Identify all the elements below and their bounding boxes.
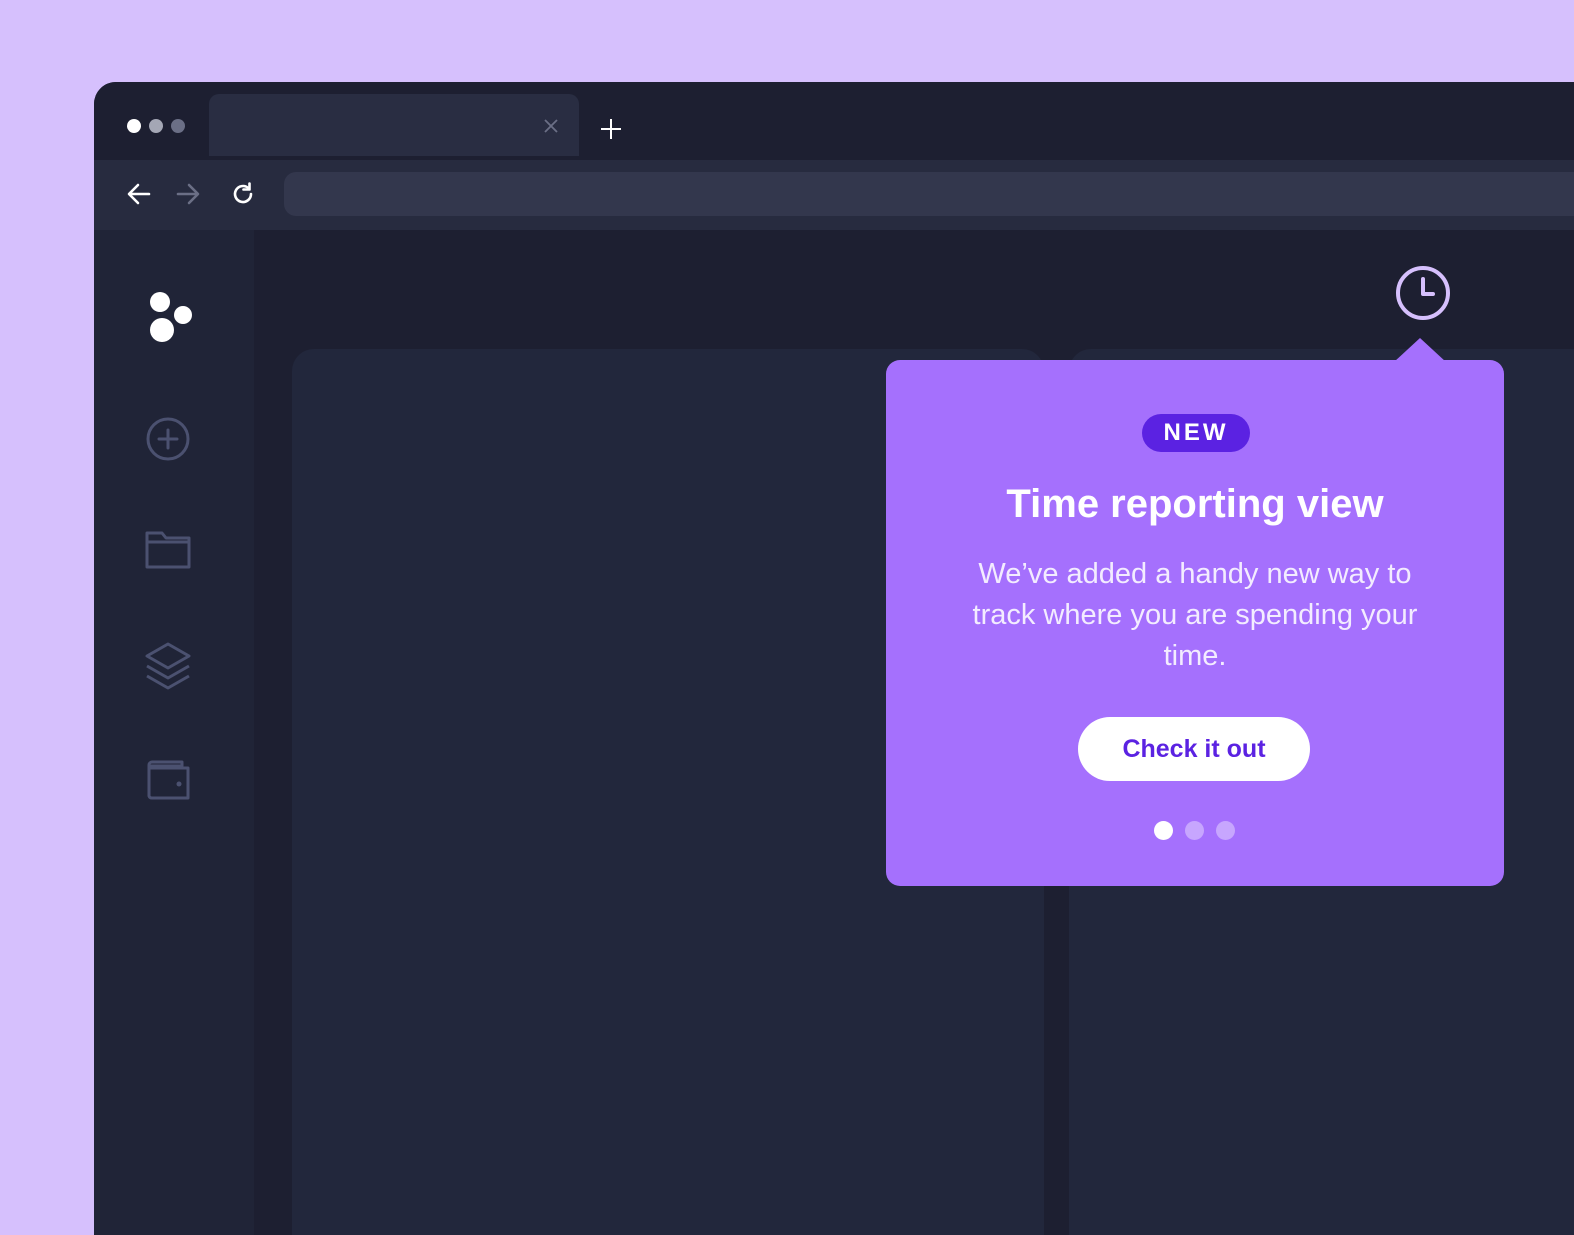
popover-title: Time reporting view [1006,482,1384,526]
popover-arrow [1394,338,1446,362]
pager-dot[interactable] [1185,821,1204,840]
app-logo[interactable] [148,292,194,344]
feature-popover: NEW Time reporting view We’ve added a ha… [886,338,1504,886]
pager [1154,821,1235,840]
wallet-icon[interactable] [144,756,192,804]
browser-tab[interactable] [209,94,579,156]
browser-toolbar [94,160,1574,230]
pager-dot[interactable] [1154,821,1173,840]
pager-dot[interactable] [1216,821,1235,840]
folder-icon[interactable] [144,525,192,573]
sidebar [94,230,254,1235]
close-icon[interactable] [541,116,561,136]
reload-icon[interactable] [227,178,259,210]
plus-circle-icon[interactable] [144,415,192,463]
layers-icon[interactable] [144,642,192,690]
window-minimize-dot[interactable] [149,119,163,133]
arrow-right-icon[interactable] [172,178,204,210]
check-it-out-button[interactable]: Check it out [1078,717,1310,781]
plus-icon[interactable] [596,114,626,144]
popover-body: We’ve added a handy new way to track whe… [972,558,1418,672]
window-close-dot[interactable] [127,119,141,133]
window-maximize-dot[interactable] [171,119,185,133]
clock-icon[interactable] [1394,264,1452,322]
tab-bar [94,82,1574,160]
address-bar[interactable] [284,172,1574,216]
new-badge: NEW [1142,414,1250,452]
arrow-left-icon[interactable] [123,178,155,210]
window-controls [127,119,185,133]
